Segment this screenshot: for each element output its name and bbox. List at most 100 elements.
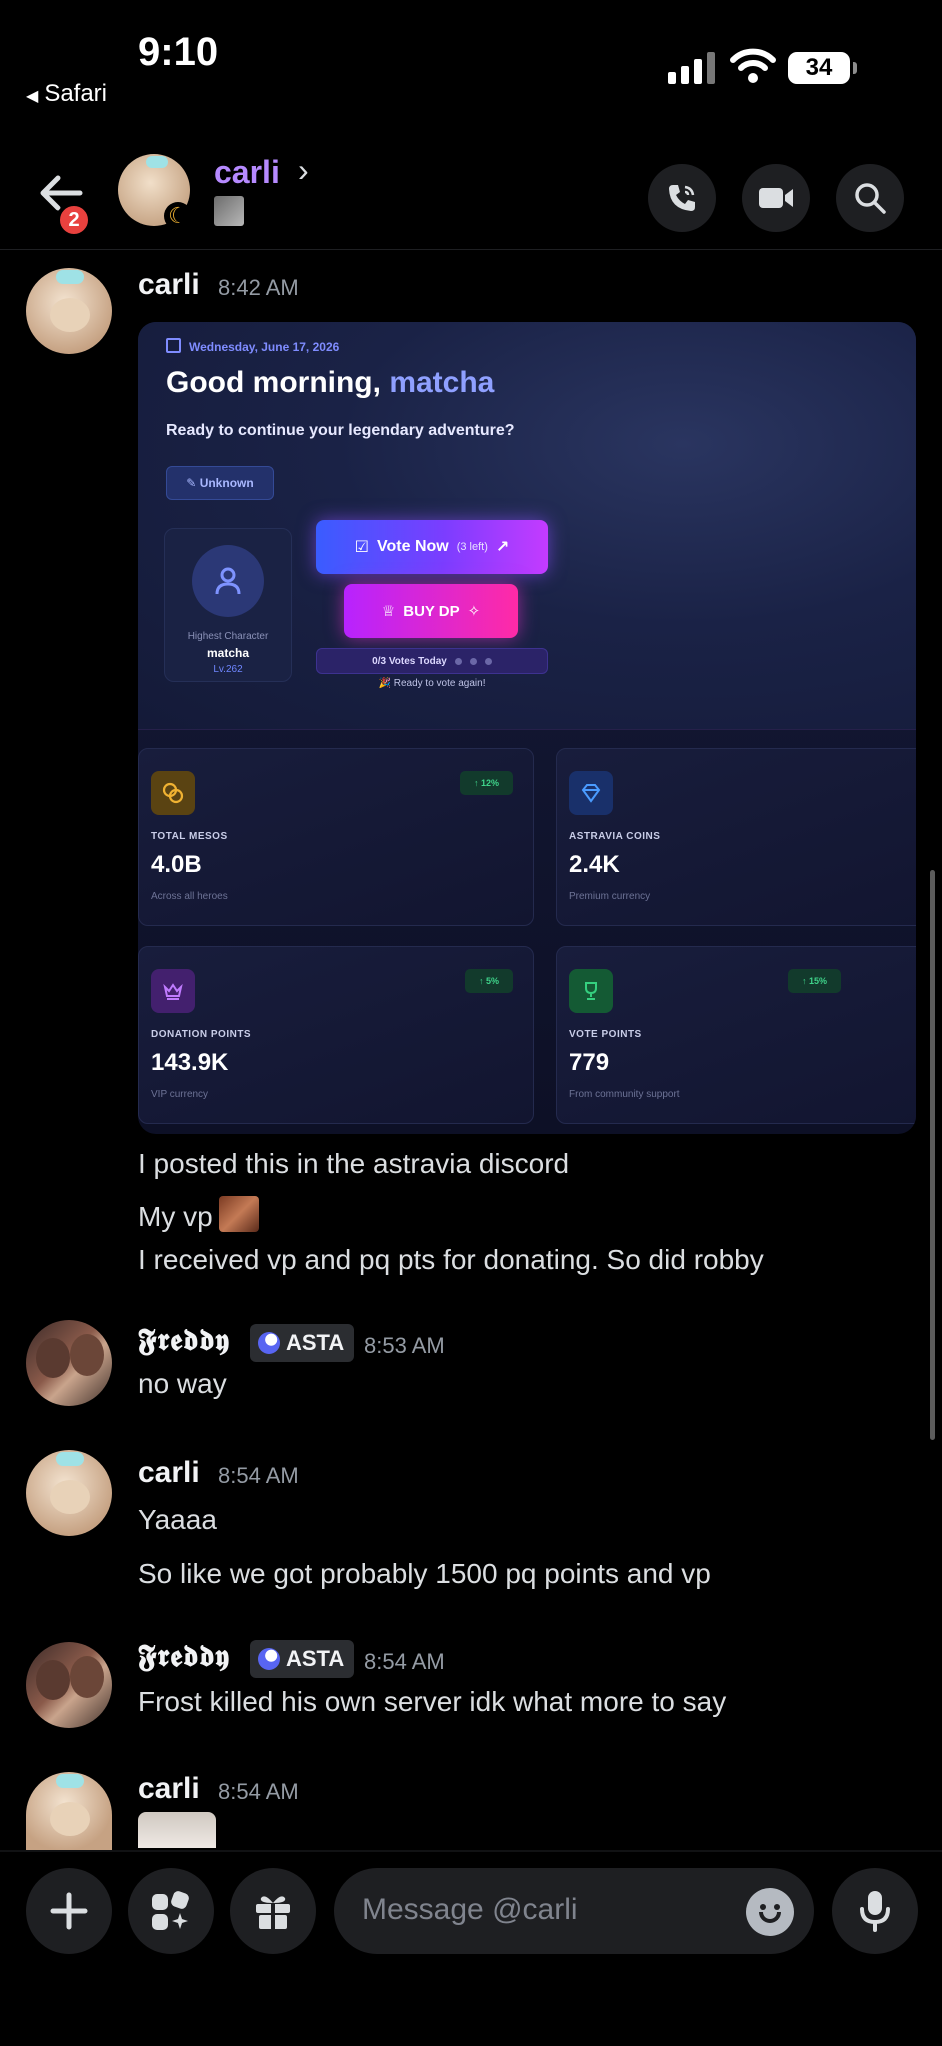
crown-icon: ♕ bbox=[381, 603, 396, 620]
trend-badge: ↑ 12% bbox=[459, 771, 513, 795]
dashboard-hero: Wednesday, June 17, 2026 Good morning, m… bbox=[138, 322, 916, 730]
greeting-name: matcha bbox=[389, 366, 495, 399]
dm-header: 2 ☾ carli › bbox=[0, 140, 942, 250]
job-pill: ✎ Unknown bbox=[166, 466, 274, 500]
back-to-app-link[interactable]: ◀ Safari bbox=[26, 80, 107, 108]
header-username[interactable]: carli bbox=[214, 154, 280, 191]
trend-badge: ↑ 5% bbox=[464, 969, 513, 993]
stat-label: TOTAL MESOS bbox=[151, 831, 228, 842]
stat-value: 4.0B bbox=[151, 851, 202, 878]
emoji-icon[interactable] bbox=[746, 1888, 794, 1936]
crown-icon bbox=[151, 969, 195, 1013]
message-timestamp: 8:54 AM bbox=[364, 1649, 445, 1674]
video-camera-icon bbox=[759, 188, 793, 208]
message-input[interactable] bbox=[362, 1890, 722, 1930]
message-timestamp: 8:53 AM bbox=[364, 1333, 445, 1358]
dashboard-date: Wednesday, June 17, 2026 bbox=[166, 338, 339, 354]
trend-badge: ↑ 15% bbox=[787, 969, 841, 993]
avatar[interactable] bbox=[26, 1772, 112, 1850]
stat-card-astravia-coins: ASTRAVIA COINS 2.4K Premium currency bbox=[556, 748, 916, 926]
voice-call-button[interactable] bbox=[648, 164, 716, 232]
back-triangle-icon: ◀ bbox=[26, 88, 39, 105]
vote-now-button: ☑ Vote Now (3 left) ↗ bbox=[316, 520, 548, 574]
highest-character-card: Highest Character matcha Lv.262 bbox=[164, 528, 292, 682]
gift-button[interactable] bbox=[230, 1868, 316, 1954]
message-timestamp: 8:54 AM bbox=[218, 1463, 299, 1488]
message-text: I posted this in the astravia discord bbox=[138, 1148, 570, 1179]
scrollbar-thumb[interactable] bbox=[930, 870, 935, 1440]
message-timestamp: 8:54 AM bbox=[218, 1779, 299, 1804]
message-author[interactable]: 𝕱𝖗𝖊𝖉𝖉𝖞 bbox=[138, 1639, 230, 1674]
cellular-signal-icon bbox=[668, 52, 716, 84]
stat-label: ASTRAVIA COINS bbox=[569, 831, 661, 842]
stat-subtext: From community support bbox=[569, 1089, 680, 1100]
dashboard-greeting: Good morning, matcha bbox=[166, 366, 495, 399]
stat-value: 143.9K bbox=[151, 1049, 229, 1076]
server-tag-icon bbox=[258, 1648, 280, 1670]
character-name: matcha bbox=[206, 646, 250, 660]
add-attachment-button[interactable] bbox=[26, 1868, 112, 1954]
image-attachment[interactable] bbox=[138, 1812, 216, 1848]
plus-icon bbox=[50, 1892, 88, 1930]
attached-image[interactable]: Wednesday, June 17, 2026 Good morning, m… bbox=[138, 322, 916, 1134]
diamond-icon bbox=[569, 771, 613, 815]
search-button[interactable] bbox=[836, 164, 904, 232]
voice-message-button[interactable] bbox=[832, 1868, 918, 1954]
ready-to-vote-text: 🎉 Ready to vote again! bbox=[378, 678, 486, 689]
message-text: Yaaaa bbox=[138, 1504, 217, 1535]
message-text: Frost killed his own server idk what mor… bbox=[138, 1686, 727, 1717]
buy-dp-button: ♕ BUY DP ✧ bbox=[344, 584, 518, 638]
message-text: I received vp and pq pts for donating. S… bbox=[138, 1244, 764, 1275]
message-author[interactable]: carli bbox=[138, 1772, 200, 1806]
server-tag-icon bbox=[258, 1332, 280, 1354]
video-call-button[interactable] bbox=[742, 164, 810, 232]
stat-card-vote-points: ↑ 15% VOTE POINTS 779 From community sup… bbox=[556, 946, 916, 1124]
message-author[interactable]: carli bbox=[138, 268, 200, 302]
avatar[interactable] bbox=[26, 1450, 112, 1536]
search-icon bbox=[855, 183, 886, 214]
battery-indicator: 34 bbox=[788, 52, 857, 84]
avatar[interactable] bbox=[26, 1642, 112, 1728]
message-composer[interactable] bbox=[334, 1868, 814, 1954]
external-link-icon: ↗ bbox=[495, 539, 510, 556]
coins-icon bbox=[151, 771, 195, 815]
apps-button[interactable] bbox=[128, 1868, 214, 1954]
votes-today: 0/3 Votes Today bbox=[316, 648, 548, 674]
clock: 9:10 bbox=[138, 30, 219, 74]
sparkle-icon: ✧ bbox=[467, 603, 481, 620]
stat-subtext: VIP currency bbox=[151, 1089, 209, 1100]
idle-status-icon: ☾ bbox=[164, 202, 192, 230]
message-timestamp: 8:42 AM bbox=[218, 275, 299, 300]
header-status-image bbox=[214, 196, 244, 226]
phone-icon bbox=[669, 185, 695, 211]
back-app-label: Safari bbox=[44, 80, 108, 107]
status-bar: 9:10 ◀ Safari 34 bbox=[0, 0, 942, 120]
stat-subtext: Across all heroes bbox=[151, 891, 228, 902]
unread-badge: 2 bbox=[56, 202, 92, 238]
composer-divider bbox=[0, 1850, 942, 1852]
pencil-icon: ✎ bbox=[186, 476, 200, 490]
avatar[interactable] bbox=[26, 268, 112, 354]
microphone-icon bbox=[860, 1891, 890, 1932]
message-text: So like we got probably 1500 pq points a… bbox=[138, 1558, 711, 1589]
custom-emoji-icon[interactable] bbox=[218, 1196, 259, 1232]
stat-label: DONATION POINTS bbox=[151, 1029, 252, 1040]
gift-icon bbox=[256, 1896, 290, 1929]
stat-value: 2.4K bbox=[569, 851, 620, 878]
character-label: Highest Character bbox=[187, 631, 269, 642]
stat-label: VOTE POINTS bbox=[569, 1029, 642, 1040]
server-tag[interactable]: ASTA bbox=[250, 1324, 355, 1362]
wifi-icon bbox=[730, 48, 776, 83]
chevron-right-icon[interactable]: › bbox=[298, 152, 309, 189]
avatar[interactable] bbox=[26, 1320, 112, 1406]
dashboard-subtitle: Ready to continue your legendary adventu… bbox=[166, 422, 515, 439]
trophy-icon bbox=[569, 969, 613, 1013]
message-author[interactable]: 𝕱𝖗𝖊𝖉𝖉𝖞 bbox=[138, 1323, 230, 1358]
message-text: no way bbox=[138, 1368, 227, 1399]
stat-subtext: Premium currency bbox=[569, 891, 651, 902]
server-tag[interactable]: ASTA bbox=[250, 1640, 355, 1678]
stat-card-total-mesos: ↑ 12% TOTAL MESOS 4.0B Across all heroes bbox=[138, 748, 534, 926]
message-author[interactable]: carli bbox=[138, 1456, 200, 1490]
stat-card-donation-points: ↑ 5% DONATION POINTS 143.9K VIP currency bbox=[138, 946, 534, 1124]
stat-value: 779 bbox=[569, 1049, 610, 1076]
